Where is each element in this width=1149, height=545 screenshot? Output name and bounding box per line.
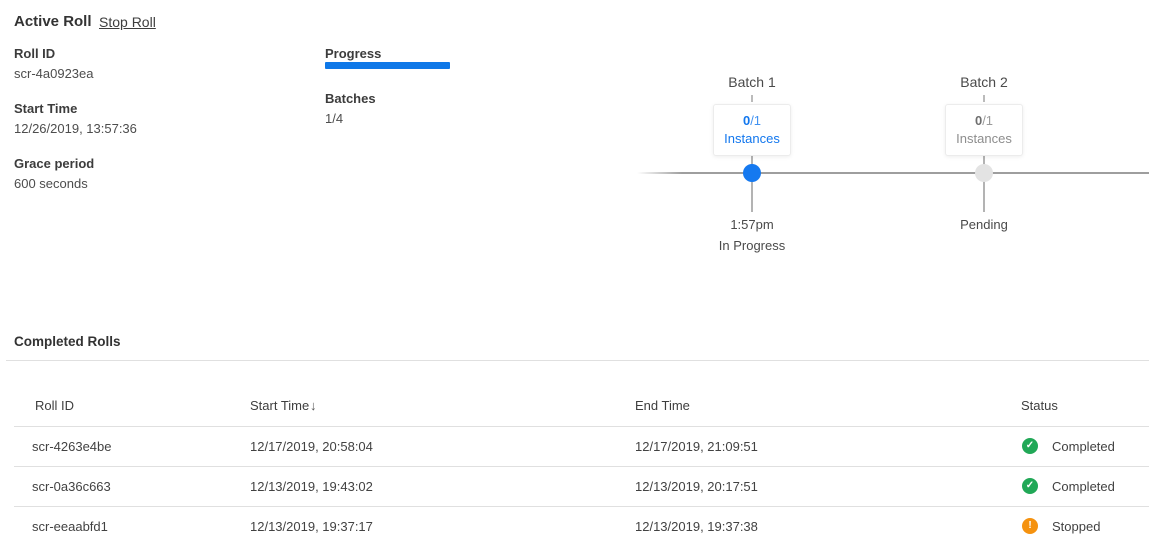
progress-label: Progress [325, 46, 381, 61]
completed-rolls-title: Completed Rolls [14, 334, 121, 349]
batch-2-instances-card[interactable]: 0/1 Instances [945, 104, 1023, 156]
batches-value: 1/4 [325, 111, 343, 126]
row-roll-id: scr-eeaabfd1 [32, 519, 108, 534]
status-badge: Completed [1052, 479, 1115, 494]
row-start-time: 12/13/2019, 19:43:02 [250, 479, 373, 494]
status-completed-icon: ✓ [1022, 438, 1038, 454]
progress-bar-fill [325, 62, 450, 69]
row-divider [14, 506, 1149, 507]
row-divider [14, 466, 1149, 467]
status-completed-icon: ✓ [1022, 478, 1038, 494]
row-roll-id: scr-4263e4be [32, 439, 112, 454]
batch-1-status: In Progress [719, 238, 785, 253]
row-roll-id: scr-0a36c663 [32, 479, 111, 494]
batch-1-dot [743, 164, 761, 182]
column-header-status[interactable]: Status [1021, 398, 1058, 413]
start-time-value: 12/26/2019, 13:57:36 [14, 121, 137, 136]
column-header-roll-id[interactable]: Roll ID [35, 398, 74, 413]
batch-1-instances-card[interactable]: 0/1 Instances [713, 104, 791, 156]
batch-1-instance-count: 0/1 [714, 112, 790, 130]
batch-2-instance-count: 0/1 [946, 112, 1022, 130]
status-stopped-icon: ! [1022, 518, 1038, 534]
batch-2-time: Pending [960, 217, 1008, 232]
batch-2-tick [983, 95, 985, 102]
roll-id-value: scr-4a0923ea [14, 66, 94, 81]
stop-roll-link[interactable]: Stop Roll [99, 14, 156, 30]
status-badge: Completed [1052, 439, 1115, 454]
batch-1-tick [751, 95, 753, 102]
row-end-time: 12/13/2019, 20:17:51 [635, 479, 758, 494]
grace-period-label: Grace period [14, 156, 94, 171]
status-badge: Stopped [1052, 519, 1100, 534]
active-roll-title: Active Roll [14, 13, 92, 30]
sort-descending-icon[interactable]: ↓ [310, 398, 317, 413]
start-time-label: Start Time [14, 101, 77, 116]
row-end-time: 12/17/2019, 21:09:51 [635, 439, 758, 454]
column-header-start-time[interactable]: Start Time [250, 398, 309, 413]
roll-dashboard: Active Roll Stop Roll Roll ID scr-4a0923… [0, 0, 1149, 545]
roll-id-label: Roll ID [14, 46, 55, 61]
batch-2-instances-label: Instances [946, 130, 1022, 148]
batch-2-dot [975, 164, 993, 182]
timeline-axis [637, 172, 1149, 174]
section-divider [6, 360, 1149, 361]
grace-period-value: 600 seconds [14, 176, 88, 191]
row-end-time: 12/13/2019, 19:37:38 [635, 519, 758, 534]
row-start-time: 12/17/2019, 20:58:04 [250, 439, 373, 454]
batch-1-time: 1:57pm [730, 217, 773, 232]
row-start-time: 12/13/2019, 19:37:17 [250, 519, 373, 534]
table-header-divider [14, 426, 1149, 427]
batch-1-instances-label: Instances [714, 130, 790, 148]
batch-2-name: Batch 2 [960, 74, 1007, 90]
column-header-end-time[interactable]: End Time [635, 398, 690, 413]
batches-label: Batches [325, 91, 376, 106]
progress-bar [325, 62, 450, 69]
batch-1-name: Batch 1 [728, 74, 775, 90]
